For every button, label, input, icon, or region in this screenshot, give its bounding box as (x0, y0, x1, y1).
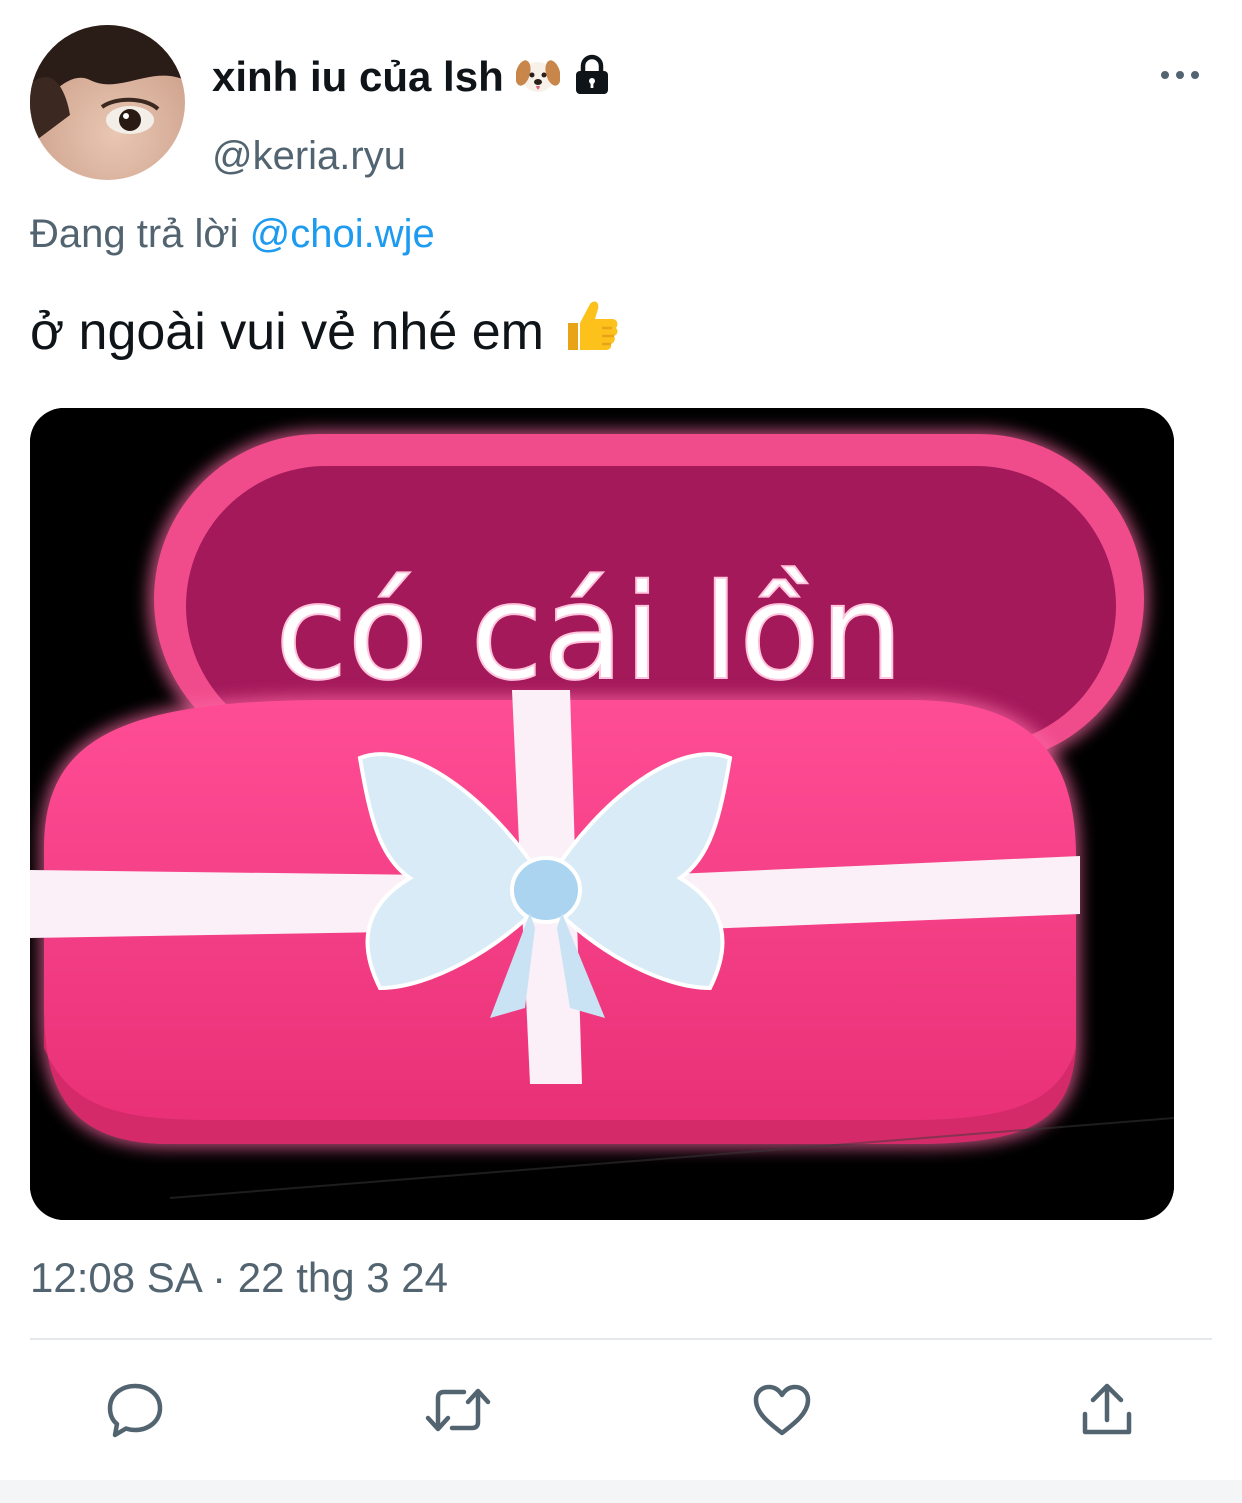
media-overlay-text: có cái lồn (275, 556, 903, 710)
tweet-text-content: ở ngoài vui vẻ nhé em (30, 302, 544, 361)
retweet-button[interactable] (424, 1380, 492, 1444)
share-button[interactable] (1075, 1380, 1139, 1444)
tweet-media-image[interactable]: có cái lồn (30, 408, 1174, 1220)
tweet-action-bar (0, 1380, 1242, 1444)
thumbs-up-icon (562, 296, 620, 367)
reply-button[interactable] (103, 1380, 167, 1444)
reply-mention-link[interactable]: @choi.wje (250, 212, 435, 256)
author-display-name[interactable]: xinh iu của lsh (212, 53, 504, 101)
tweet-text: ở ngoài vui vẻ nhé em (30, 296, 620, 367)
reply-icon (105, 1380, 165, 1445)
bottom-edge (0, 1480, 1242, 1503)
heart-icon (751, 1382, 813, 1443)
dog-face-icon (515, 55, 561, 100)
tweet-timestamp[interactable]: 12:08 SA · 22 thg 3 24 (30, 1254, 448, 1302)
divider (30, 1338, 1212, 1340)
avatar[interactable] (30, 25, 185, 180)
author-name-row[interactable]: xinh iu của lsh (212, 50, 612, 104)
more-icon[interactable] (1150, 58, 1210, 92)
reply-context: Đang trả lời @choi.wje (30, 212, 435, 257)
reply-context-label: Đang trả lời (30, 212, 239, 256)
like-button[interactable] (750, 1380, 814, 1444)
author-handle[interactable]: @keria.ryu (212, 134, 406, 179)
lock-icon (572, 54, 612, 101)
retweet-icon (424, 1382, 492, 1443)
share-icon (1079, 1380, 1135, 1445)
